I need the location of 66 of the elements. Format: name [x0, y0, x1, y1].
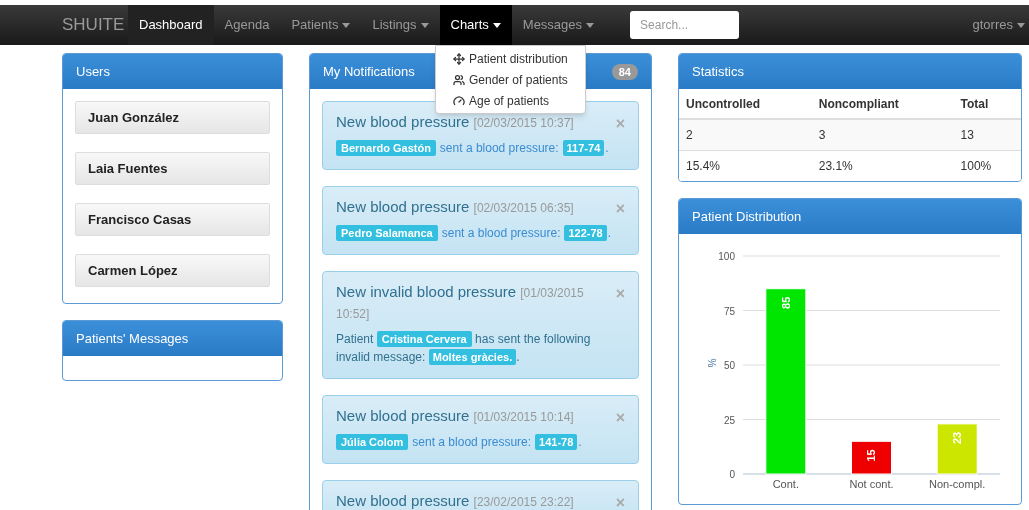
table-cell: 3	[811, 119, 954, 150]
table-cell: 13	[953, 119, 1021, 150]
table-cell: 15.4%	[679, 150, 812, 181]
menu-item[interactable]: Age of patients	[436, 90, 585, 111]
x-category-label: Cont.	[772, 478, 799, 490]
notification-text: sent a blood pressure:	[441, 225, 561, 242]
nav-item[interactable]: Dashboard	[128, 5, 214, 45]
value-label: 122-78	[564, 225, 607, 241]
panel-title: Statistics	[692, 62, 744, 81]
menu-item[interactable]: Patient distribution	[436, 48, 585, 69]
bar	[851, 440, 892, 475]
user-button[interactable]: Carmen López	[75, 254, 270, 287]
period: .	[578, 434, 582, 451]
search-field[interactable]: Search...	[630, 11, 740, 39]
patient-label: Júlia Colom	[336, 434, 409, 450]
nav-item[interactable]: Charts	[439, 5, 512, 45]
bar-value-label: 15	[865, 449, 878, 462]
panel-title: Patients' Messages	[76, 329, 189, 348]
column-header: Noncompliant	[811, 89, 954, 119]
notification-title: New blood pressure [02/03/2015 10:37]	[336, 112, 575, 132]
table-cell: 2	[679, 119, 812, 150]
user-button[interactable]: Juan González	[75, 101, 270, 134]
x-category-label: Not cont.	[849, 478, 894, 490]
notification-text: sent a blood pressure:	[439, 140, 559, 157]
period: .	[605, 140, 609, 157]
user-menu[interactable]: gtorres	[972, 15, 1025, 35]
notification-title: New blood pressure [01/03/2015 10:14]	[336, 406, 575, 426]
table-cell: 23.1%	[811, 150, 954, 181]
nav-item[interactable]: Messages	[511, 5, 606, 45]
y-tick-label: 25	[723, 414, 735, 426]
panel-title: My Notifications	[323, 62, 415, 81]
user-button[interactable]: Laia Fuentes	[75, 152, 270, 185]
value-label: 141-78	[535, 434, 578, 450]
users-icon	[453, 73, 465, 86]
y-tick-label: 100	[718, 251, 735, 262]
period: .	[607, 225, 612, 242]
count-badge: 84	[611, 63, 638, 80]
notification-text: Patient Cristina Cervera has sent the following invalid message: Moltes gràcies. .	[336, 330, 592, 366]
y-tick-label: 0	[729, 469, 735, 480]
bar	[936, 423, 978, 475]
notification-title: New invalid blood pressure [01/03/2015 10:52]	[336, 282, 585, 323]
bar-value-label: 23	[951, 431, 964, 445]
patient-label: Bernardo Gastón	[336, 140, 436, 156]
notification-title: New blood pressure [23/02/2015 23:22]	[336, 491, 575, 510]
y-axis-label: %	[706, 358, 717, 368]
x-category-label: Non-compl.	[929, 478, 986, 490]
column-header: Total	[953, 89, 1021, 119]
notification-title: New blood pressure [02/03/2015 06:35]	[336, 197, 575, 217]
panel-title: Users	[76, 62, 110, 81]
nav-item[interactable]: Agenda	[213, 5, 281, 45]
user-button[interactable]: Francisco Casas	[75, 203, 270, 236]
column-header: Uncontrolled	[679, 89, 812, 119]
panel-title: Patient Distribution	[692, 207, 802, 226]
value-label: 117-74	[562, 140, 605, 156]
nav-item[interactable]: Patients	[280, 5, 362, 45]
move-icon	[453, 52, 465, 65]
table-cell: 100%	[953, 150, 1021, 181]
patient-label: Pedro Salamanca	[336, 225, 438, 241]
brand[interactable]: SHUITE	[62, 12, 128, 38]
bar-value-label: 85	[779, 296, 792, 309]
menu-item[interactable]: Gender of patients	[436, 69, 585, 90]
y-tick-label: 50	[723, 360, 735, 371]
notification-text: sent a blood pressure:	[412, 434, 532, 451]
gauge-icon	[453, 94, 465, 107]
nav-item[interactable]: Listings	[361, 5, 440, 45]
y-tick-label: 75	[723, 305, 735, 317]
